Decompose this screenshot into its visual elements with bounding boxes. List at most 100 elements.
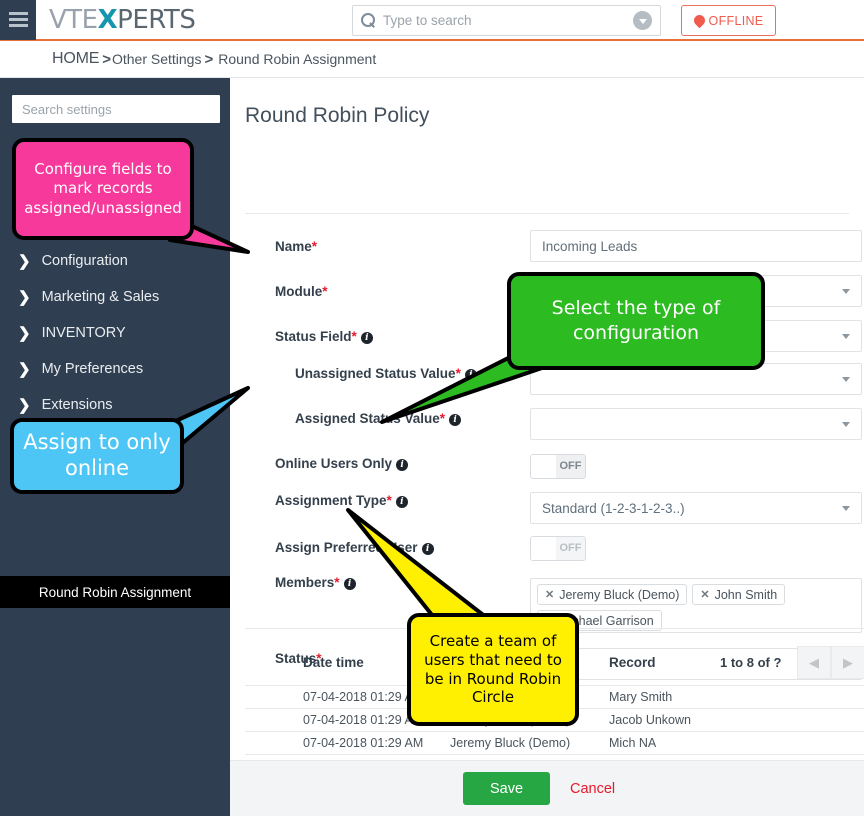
callout-text: Assign to only online — [23, 430, 171, 480]
required-marker: * — [455, 366, 461, 381]
callout-text: Configure fields to mark records assigne… — [24, 160, 182, 217]
toggle-state-label: OFF — [556, 537, 585, 560]
breadcrumb-separator: > — [204, 50, 214, 68]
save-button[interactable]: Save — [463, 772, 550, 805]
hamburger-line — [8, 12, 28, 15]
member-name: Jeremy Bluck (Demo) — [559, 587, 680, 602]
callout-select-type: Select the type of configuration — [507, 272, 765, 370]
field-label-online-users-only: Online Users Only i — [275, 456, 409, 471]
app-root: VTEXPERTS OFFLINE HOME > Other Settings … — [0, 0, 864, 816]
info-icon[interactable]: i — [421, 543, 434, 555]
label-text: Assign Preferred User — [275, 540, 418, 555]
sidebar-item-label: Extensions — [41, 397, 113, 413]
logo-part2: PERTS — [117, 4, 196, 35]
sidebar-item-marketing-sales[interactable]: ❯ Marketing & Sales — [0, 279, 230, 315]
cell-datetime: 07-04-2018 01:29 AM — [303, 713, 424, 727]
info-icon[interactable]: i — [395, 496, 408, 508]
cancel-button[interactable]: Cancel — [570, 781, 615, 797]
logo-accent-x: X — [97, 4, 118, 35]
field-label-module: Module* — [275, 284, 328, 299]
logo-part1: VTE — [49, 4, 98, 35]
label-text: Unassigned Status Value — [295, 366, 456, 381]
sidebar-item-configuration[interactable]: ❯ Configuration — [0, 243, 230, 279]
field-label-name: Name* — [275, 239, 317, 254]
online-users-only-toggle[interactable]: OFF — [530, 454, 586, 479]
column-header-record: Record — [609, 655, 656, 670]
callout-configure-fields: Configure fields to mark records assigne… — [12, 138, 194, 240]
top-bar: VTEXPERTS OFFLINE — [0, 0, 864, 41]
breadcrumb-home[interactable]: HOME — [52, 50, 99, 68]
info-icon[interactable]: i — [449, 414, 462, 426]
required-marker: * — [334, 575, 340, 590]
field-label-assigned-status-value: Assigned Status Value* i — [295, 411, 462, 426]
page-title: Round Robin Policy — [245, 104, 430, 127]
chevron-right-icon: ❯ — [18, 252, 31, 270]
members-multiselect[interactable]: ✕ Jeremy Bluck (Demo) ✕ John Smith ✕ Mic… — [530, 578, 862, 633]
cell-record: Mich NA — [609, 736, 657, 750]
field-label-assignment-type: Assignment Type* i — [275, 493, 408, 508]
table-row[interactable]: 07-04-2018 01:29 AM Jeremy Bluck (Demo) … — [245, 732, 864, 755]
sidebar-item-round-robin-assignment[interactable]: Round Robin Assignment — [0, 576, 230, 608]
member-chip[interactable]: ✕ Jeremy Bluck (Demo) — [537, 584, 688, 605]
assigned-status-value-select[interactable] — [530, 408, 862, 440]
hamburger-icon[interactable] — [0, 0, 36, 40]
name-input[interactable]: Incoming Leads — [530, 230, 862, 262]
required-marker: * — [439, 411, 446, 426]
chevron-right-icon: ❯ — [18, 360, 31, 378]
sidebar-item-label: INVENTORY — [41, 325, 126, 341]
global-search[interactable] — [352, 5, 661, 36]
sidebar-item-my-preferences[interactable]: ❯ My Preferences — [0, 351, 230, 387]
offline-status-button[interactable]: OFFLINE — [681, 5, 776, 36]
search-icon — [361, 13, 376, 28]
app-logo[interactable]: VTEXPERTS — [49, 4, 196, 35]
toggle-state-label: OFF — [556, 455, 585, 478]
label-text: Assigned Status Value — [295, 411, 440, 426]
field-label-assign-preferred-user: Assign Preferred User i — [275, 540, 434, 555]
required-marker: * — [311, 239, 318, 254]
assign-preferred-user-toggle[interactable]: OFF — [530, 536, 586, 561]
chevron-right-icon[interactable]: ▶ — [831, 646, 864, 679]
settings-search-input[interactable] — [22, 101, 210, 117]
chevron-down-circle-icon[interactable] — [633, 11, 652, 30]
info-icon[interactable]: i — [360, 332, 373, 344]
field-label-status-field: Status Field* i — [275, 329, 373, 344]
prev-glyph: ◀ — [809, 654, 819, 670]
info-icon[interactable]: i — [396, 459, 409, 471]
breadcrumb: HOME > Other Settings > Round Robin Assi… — [0, 41, 864, 78]
pagination-of: of — [757, 655, 770, 670]
sidebar-item-label: Configuration — [41, 253, 128, 269]
column-header-datetime: Date time — [303, 655, 364, 670]
sidebar-item-inventory[interactable]: ❯ INVENTORY — [0, 315, 230, 351]
sidebar-nav: ❯ Configuration ❯ Marketing & Sales ❯ IN… — [0, 243, 230, 423]
form-footer: Save Cancel — [230, 760, 864, 816]
next-glyph: ▶ — [843, 654, 853, 670]
required-marker: * — [351, 329, 357, 344]
label-text: Members — [275, 575, 335, 590]
toggle-knob — [531, 537, 556, 560]
required-marker: * — [322, 284, 328, 299]
sidebar-active-label: Round Robin Assignment — [38, 584, 192, 600]
close-icon[interactable]: ✕ — [545, 588, 554, 601]
toggle-knob — [531, 455, 556, 478]
member-chip[interactable]: ✕ John Smith — [692, 584, 786, 605]
chevron-left-icon[interactable]: ◀ — [797, 646, 831, 679]
cell-datetime: 07-04-2018 01:29 AM — [303, 690, 424, 704]
pagination-controls: ◀ ▶ — [797, 646, 864, 679]
assignment-type-select[interactable]: Standard (1-2-3-1-2-3..) — [530, 492, 862, 524]
hamburger-line — [8, 24, 28, 27]
info-icon[interactable]: i — [343, 578, 356, 590]
label-text: Status Field — [275, 329, 352, 344]
settings-search[interactable] — [12, 95, 220, 123]
sidebar-item-label: My Preferences — [41, 361, 144, 377]
pagination-info: 1 to 8 of ? — [720, 655, 781, 670]
breadcrumb-other-settings[interactable]: Other Settings — [112, 51, 202, 67]
chevron-right-icon: ❯ — [18, 396, 31, 414]
required-marker: * — [386, 493, 392, 508]
assignment-type-value: Standard (1-2-3-1-2-3..) — [542, 500, 685, 516]
status-dot-icon — [691, 12, 707, 29]
pagination-range: 1 to 8 — [720, 655, 754, 670]
info-icon[interactable]: i — [464, 369, 477, 381]
cell-record: Jacob Unkown — [609, 713, 691, 727]
search-input[interactable] — [383, 13, 633, 28]
close-icon[interactable]: ✕ — [700, 588, 709, 601]
